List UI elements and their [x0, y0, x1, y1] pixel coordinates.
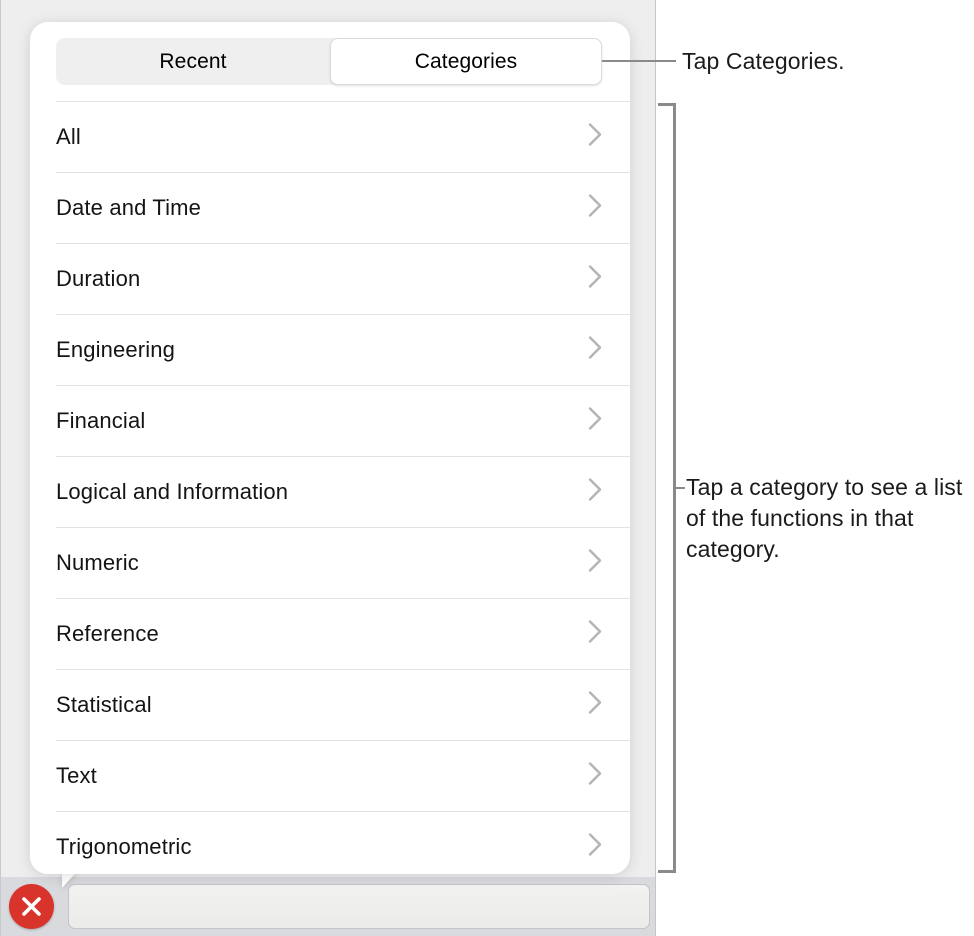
list-item-numeric[interactable]: Numeric: [30, 527, 630, 598]
chevron-right-icon: [587, 121, 603, 152]
list-item-label: Engineering: [56, 336, 176, 362]
chevron-right-icon: [587, 263, 603, 294]
callout-leader-line: [673, 487, 685, 489]
list-item-date-and-time[interactable]: Date and Time: [30, 172, 630, 243]
chevron-right-icon: [587, 689, 603, 720]
close-x-icon: [9, 884, 54, 929]
list-item-label: Reference: [56, 620, 159, 646]
screenshot-root: Recent Categories All Date and Time Dura…: [0, 0, 974, 936]
list-item-label: Logical and Information: [56, 478, 289, 504]
list-item-label: Financial: [56, 407, 146, 433]
tab-recent[interactable]: Recent: [57, 39, 329, 84]
chevron-right-icon: [587, 760, 603, 791]
list-item-label: Trigonometric: [56, 833, 192, 859]
tab-recent-label: Recent: [159, 49, 227, 73]
list-item-label: Duration: [56, 265, 141, 291]
chevron-right-icon: [587, 547, 603, 578]
chevron-right-icon: [587, 192, 603, 223]
list-item-text[interactable]: Text: [30, 740, 630, 811]
tab-categories[interactable]: Categories: [330, 38, 602, 85]
list-item-trigonometric[interactable]: Trigonometric: [30, 811, 630, 874]
callout-leader-line: [602, 60, 676, 62]
callout-tap-categories: Tap Categories.: [682, 48, 845, 74]
chevron-right-icon: [587, 405, 603, 436]
list-item-reference[interactable]: Reference: [30, 598, 630, 669]
list-item-engineering[interactable]: Engineering: [30, 314, 630, 385]
category-list: All Date and Time Duration Engineering F…: [30, 101, 630, 874]
close-button[interactable]: [9, 884, 54, 929]
list-item-logical-and-information[interactable]: Logical and Information: [30, 456, 630, 527]
list-item-duration[interactable]: Duration: [30, 243, 630, 314]
list-item-label: Statistical: [56, 691, 152, 717]
list-item-label: Text: [56, 762, 97, 788]
list-item-statistical[interactable]: Statistical: [30, 669, 630, 740]
chevron-right-icon: [587, 618, 603, 649]
segmented-control: Recent Categories: [56, 38, 602, 85]
callout-tap-a-category: Tap a category to see a list of the func…: [686, 474, 963, 562]
list-item-label: Date and Time: [56, 194, 202, 220]
tab-categories-label: Categories: [414, 49, 518, 73]
list-item-financial[interactable]: Financial: [30, 385, 630, 456]
list-item-all[interactable]: All: [30, 101, 630, 172]
function-categories-popover: Recent Categories All Date and Time Dura…: [30, 22, 630, 874]
chevron-right-icon: [587, 476, 603, 507]
chevron-right-icon: [587, 831, 603, 862]
list-item-label: Numeric: [56, 549, 139, 575]
formula-field[interactable]: [68, 884, 650, 929]
chevron-right-icon: [587, 334, 603, 365]
list-item-label: All: [56, 123, 81, 149]
